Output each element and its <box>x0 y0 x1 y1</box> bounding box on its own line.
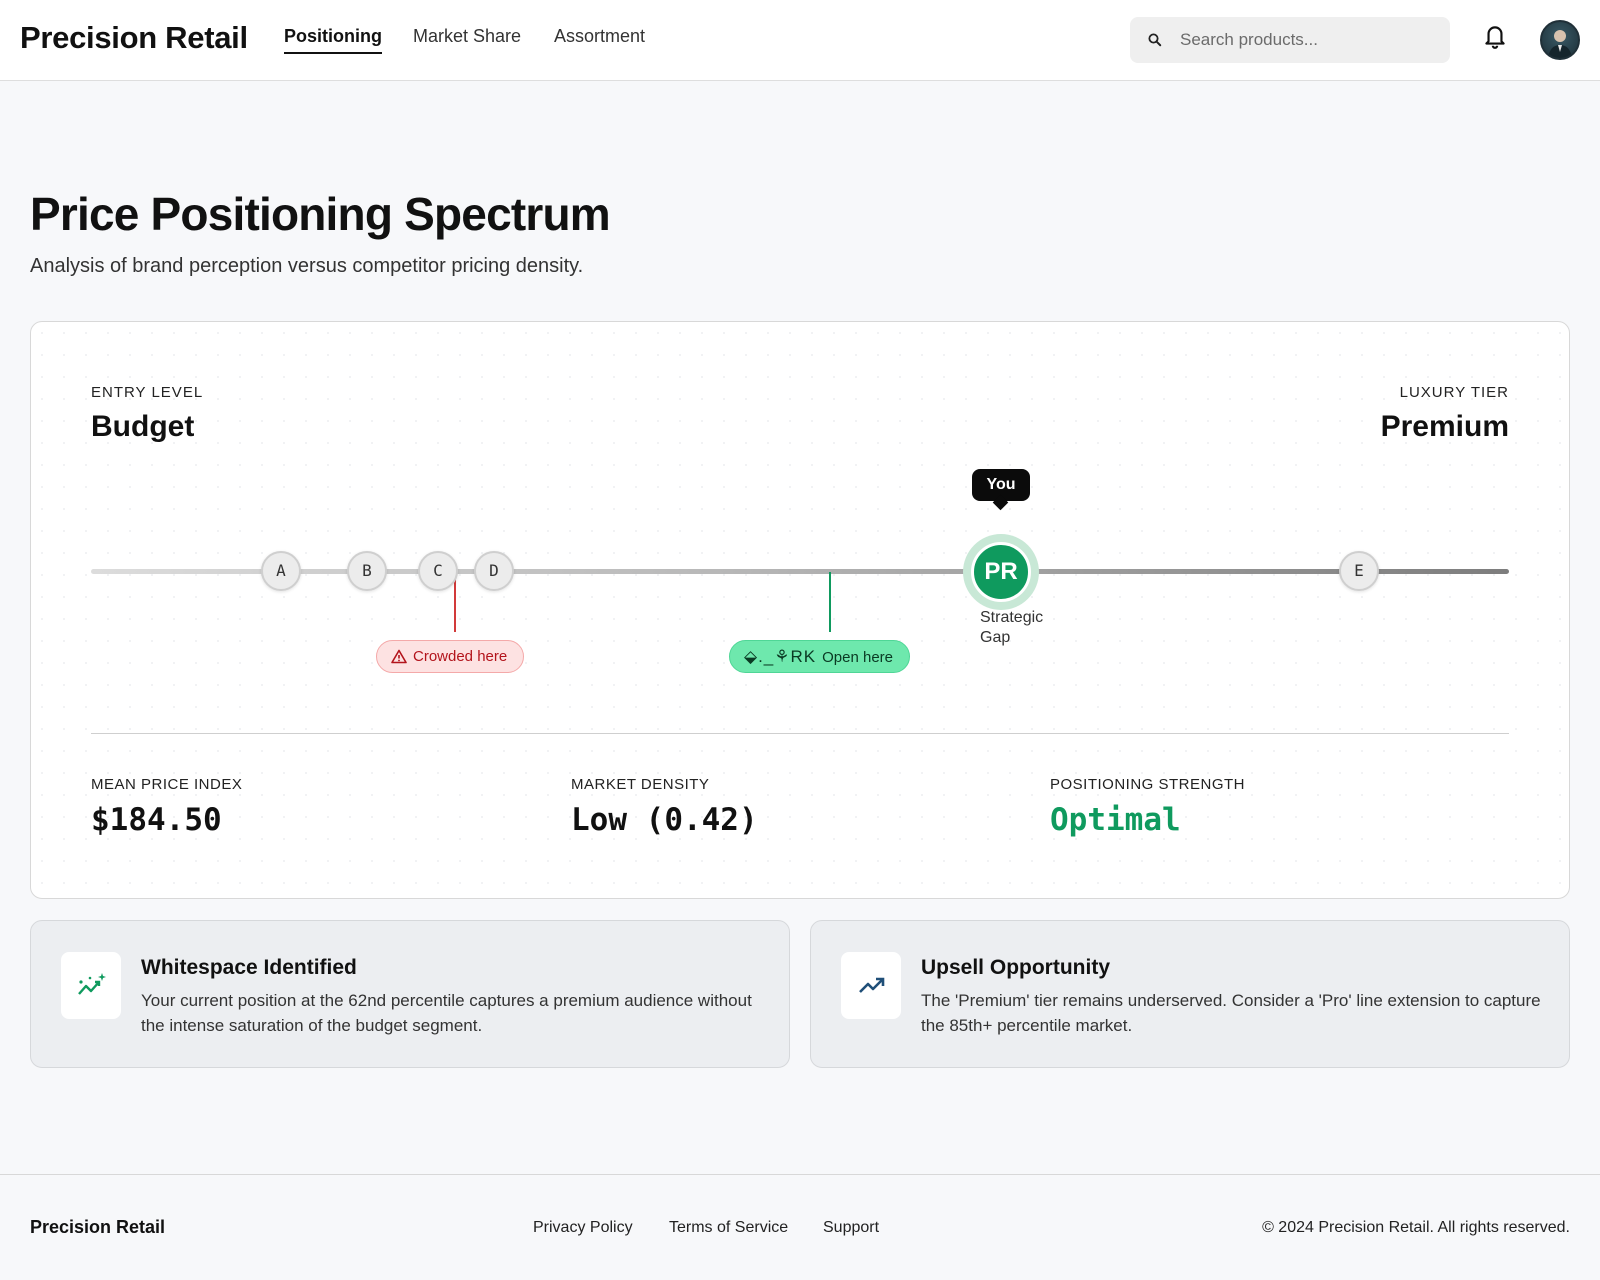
right-tier-name: Premium <box>1380 410 1509 443</box>
strategic-gap-label: Strategic Gap <box>980 609 1044 646</box>
user-avatar-icon <box>1548 30 1572 58</box>
open-label: Open here <box>822 649 893 666</box>
left-tier-name: Budget <box>91 410 195 443</box>
metric-caption-positioning-strength: POSITIONING STRENGTH <box>1050 776 1246 793</box>
sparkle-trend-icon <box>78 973 106 995</box>
competitor-node-d[interactable]: D <box>474 551 514 591</box>
footer: Precision Retail Privacy Policy Terms of… <box>0 1174 1600 1280</box>
footer-link-privacy[interactable]: Privacy Policy <box>533 1219 633 1237</box>
footer-link-support[interactable]: Support <box>823 1219 879 1237</box>
competitor-node-e[interactable]: E <box>1339 551 1379 591</box>
metrics-divider <box>91 733 1509 734</box>
open-glyphs: ⬙._⚘RK <box>744 647 817 666</box>
top-navbar: Precision Retail Positioning Market Shar… <box>0 0 1600 81</box>
page-subtitle: Analysis of brand perception versus comp… <box>30 255 584 277</box>
bell-icon[interactable] <box>1482 22 1508 50</box>
trending-up-icon <box>859 977 885 993</box>
insight-body: Your current position at the 62nd percen… <box>141 991 752 1035</box>
metric-value-positioning-strength: Optimal <box>1050 802 1181 838</box>
page-title: Price Positioning Spectrum <box>30 188 611 240</box>
insight-card-whitespace: Whitespace Identified Your current posit… <box>30 920 790 1068</box>
insight-icon-box <box>61 952 121 1019</box>
your-brand-initials: PR <box>971 542 1031 602</box>
footer-brand: Precision Retail <box>30 1217 166 1237</box>
metric-value-market-density: Low (0.42) <box>571 802 758 838</box>
price-spectrum-track <box>91 569 1509 574</box>
footer-link-terms[interactable]: Terms of Service <box>669 1219 788 1237</box>
brand-logo[interactable]: Precision Retail <box>20 20 248 56</box>
open-marker-line <box>829 572 831 632</box>
metric-caption-mean-price: MEAN PRICE INDEX <box>91 776 243 793</box>
metric-caption-market-density: MARKET DENSITY <box>571 776 710 793</box>
left-tier-caption: ENTRY LEVEL <box>91 384 204 401</box>
search-input[interactable] <box>1180 17 1440 63</box>
insight-card-upsell: Upsell Opportunity The 'Premium' tier re… <box>810 920 1570 1068</box>
avatar[interactable] <box>1540 20 1580 60</box>
search-icon <box>1148 33 1162 47</box>
you-tooltip: You <box>972 469 1030 501</box>
open-badge[interactable]: ⬙._⚘RK Open here <box>729 640 910 673</box>
competitor-node-b[interactable]: B <box>347 551 387 591</box>
insight-icon-box <box>841 952 901 1019</box>
competitor-node-c[interactable]: C <box>418 551 458 591</box>
your-brand-node[interactable]: PR <box>963 534 1039 610</box>
insight-title: Upsell Opportunity <box>921 956 1110 979</box>
footer-copyright: © 2024 Precision Retail. All rights rese… <box>1262 1219 1570 1236</box>
spectrum-card: ENTRY LEVEL Budget LUXURY TIER Premium C… <box>30 321 1570 899</box>
tab-positioning[interactable]: Positioning <box>284 26 382 54</box>
search-box <box>1130 17 1450 63</box>
crowded-badge[interactable]: Crowded here <box>376 640 525 673</box>
crowded-label: Crowded here <box>413 648 508 665</box>
metric-value-mean-price: $184.50 <box>91 802 222 838</box>
insight-title: Whitespace Identified <box>141 956 357 979</box>
tab-assortment[interactable]: Assortment <box>554 26 645 47</box>
competitor-node-a[interactable]: A <box>261 551 301 591</box>
insight-body: The 'Premium' tier remains underserved. … <box>921 991 1541 1035</box>
right-tier-caption: LUXURY TIER <box>1399 384 1509 401</box>
tab-market-share[interactable]: Market Share <box>413 26 521 47</box>
warning-icon <box>391 649 407 664</box>
